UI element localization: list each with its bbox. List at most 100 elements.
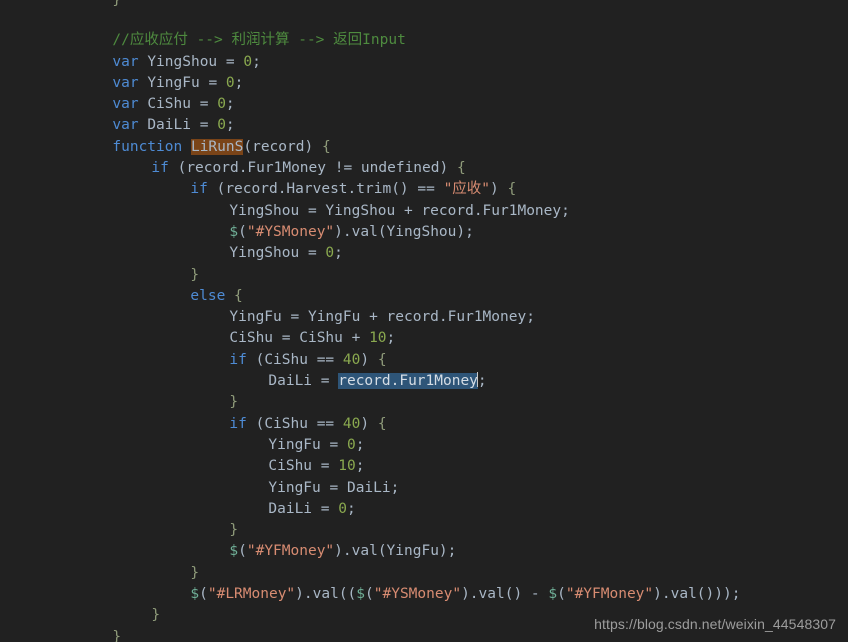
token-semicolon: ; <box>355 458 365 475</box>
token-brace: } <box>112 628 122 642</box>
token-statement-prefix: YingShou = <box>229 245 326 262</box>
token-statement: YingFu = YingFu + record.Fur1Money; <box>229 309 535 326</box>
code-line[interactable]: } <box>0 0 848 9</box>
code-editor-screenshot: } //应收应付 --> 利润计算 --> 返回Input var YingSh… <box>0 0 848 642</box>
token-condition-prefix: (record.Harvest.trim() == <box>216 181 444 198</box>
token-condition-suffix: ) <box>490 181 499 198</box>
token-semicolon: ; <box>477 373 487 390</box>
token-keyword: function <box>112 138 183 155</box>
token-condition-suffix: ) <box>360 415 370 432</box>
occurrence-highlight[interactable]: LiRunS <box>190 138 244 155</box>
token-identifier: CiShu <box>147 96 191 113</box>
token-paren: ( <box>557 586 566 603</box>
token-brace: } <box>151 607 161 624</box>
token-jquery-dollar: $ <box>548 586 558 603</box>
token-expr-mid: ).val() - <box>461 586 549 603</box>
code-line[interactable]: if (CiShu == 40) { <box>0 392 848 432</box>
token-comment: //应收应付 --> 利润计算 --> 返回Input <box>112 32 406 49</box>
selected-text[interactable]: record.Fur1Money <box>338 373 478 390</box>
token-statement-prefix: YingFu = <box>268 436 347 453</box>
token-semicolon: ; <box>386 330 396 347</box>
code-line[interactable]: $("#LRMoney").val(($("#YSMoney").val() -… <box>0 563 848 602</box>
code-viewport[interactable]: } //应收应付 --> 利润计算 --> 返回Input var YingSh… <box>0 0 848 642</box>
token-keyword: if <box>151 160 169 177</box>
code-line[interactable]: DaiLi = 0; <box>0 478 848 517</box>
token-statement-prefix: CiShu = <box>268 458 339 475</box>
token-brace: { <box>507 181 517 198</box>
token-semicolon: ; <box>355 436 365 453</box>
token-number: 40 <box>342 415 361 432</box>
token-string: "应收" <box>443 181 491 198</box>
code-line[interactable]: } <box>0 243 848 283</box>
token-statement-prefix: DaiLi = <box>268 500 339 517</box>
token-number: 10 <box>338 458 356 475</box>
token-condition-prefix: (CiShu == <box>255 415 343 432</box>
token-number: 0 <box>346 436 356 453</box>
code-line[interactable]: YingFu = DaiLi; <box>0 456 848 496</box>
token-semicolon: ; <box>234 74 244 91</box>
token-operator: = <box>190 96 218 113</box>
token-keyword: var <box>112 74 139 91</box>
token-string: "#YSMoney" <box>373 586 462 603</box>
code-line[interactable]: YingFu = 0; <box>0 414 848 453</box>
token-brace: { <box>456 160 466 177</box>
token-number: 0 <box>338 500 347 517</box>
token-expr-end: ).val())); <box>653 586 741 603</box>
token-keyword: var <box>112 53 139 70</box>
code-line[interactable]: $("#YFMoney").val(YingFu); <box>0 520 848 559</box>
code-line[interactable]: //应收应付 --> 利润计算 --> 返回Input <box>0 9 848 48</box>
token-expr-mid: ).val(( <box>295 586 357 603</box>
code-line-selected[interactable]: DaiLi = record.Fur1Money; <box>0 350 848 390</box>
token-number: 0 <box>243 53 253 70</box>
token-string: "#YFMoney" <box>246 543 335 560</box>
token-operator: = <box>217 53 244 70</box>
token-operator: = <box>199 74 226 91</box>
token-operator: = <box>190 117 218 134</box>
token-paren: ( <box>238 223 247 240</box>
token-paren: ( <box>199 586 208 603</box>
token-paren: ( <box>238 543 247 560</box>
token-condition: (record.Fur1Money != undefined) <box>177 160 449 177</box>
code-line[interactable]: if (CiShu == 40) { <box>0 328 848 368</box>
token-number: 0 <box>217 96 226 113</box>
token-statement-prefix: CiShu = CiShu + <box>229 330 370 347</box>
token-keyword: var <box>112 96 139 113</box>
token-semicolon: ; <box>252 53 261 70</box>
code-line[interactable]: else { <box>0 265 848 304</box>
code-line[interactable]: CiShu = 10; <box>0 435 848 474</box>
token-semicolon: ; <box>346 500 356 517</box>
token-identifier: YingShou <box>147 53 218 70</box>
token-brace: } <box>112 0 122 8</box>
token-jquery-dollar: $ <box>229 543 239 560</box>
token-statement-prefix: DaiLi = <box>268 373 339 390</box>
token-number: 0 <box>217 117 226 134</box>
token-number: 10 <box>369 330 387 347</box>
token-brace: } <box>190 564 200 581</box>
code-line[interactable]: } <box>0 499 848 538</box>
token-string: "#LRMoney" <box>207 586 296 603</box>
code-line[interactable]: YingFu = YingFu + record.Fur1Money; <box>0 286 848 325</box>
token-paren: ( <box>365 586 374 603</box>
token-number: 0 <box>325 245 335 262</box>
token-brace: } <box>229 522 239 539</box>
token-keyword: if <box>190 181 208 198</box>
watermark-url: https://blog.csdn.net/weixin_44548307 <box>594 616 836 632</box>
token-statement: YingShou = YingShou + record.Fur1Money; <box>229 202 570 219</box>
token-brace: { <box>321 138 331 155</box>
token-statement-rest: ).val(YingFu); <box>334 543 457 560</box>
token-string: "#YFMoney" <box>565 586 654 603</box>
token-statement: YingFu = DaiLi; <box>268 479 400 496</box>
token-keyword: else <box>190 287 226 304</box>
token-brace: } <box>190 266 200 283</box>
token-params: (record) <box>243 138 314 155</box>
token-statement-rest: ).val(YingShou); <box>334 223 474 240</box>
token-semicolon: ; <box>225 117 235 134</box>
token-jquery-dollar: $ <box>190 586 200 603</box>
token-jquery-dollar: $ <box>356 586 366 603</box>
token-brace: { <box>234 287 243 304</box>
token-identifier: DaiLi <box>147 117 191 134</box>
token-semicolon: ; <box>334 245 343 262</box>
token-keyword: var <box>112 117 139 134</box>
token-identifier: YingFu <box>147 74 200 91</box>
token-brace: { <box>377 415 387 432</box>
